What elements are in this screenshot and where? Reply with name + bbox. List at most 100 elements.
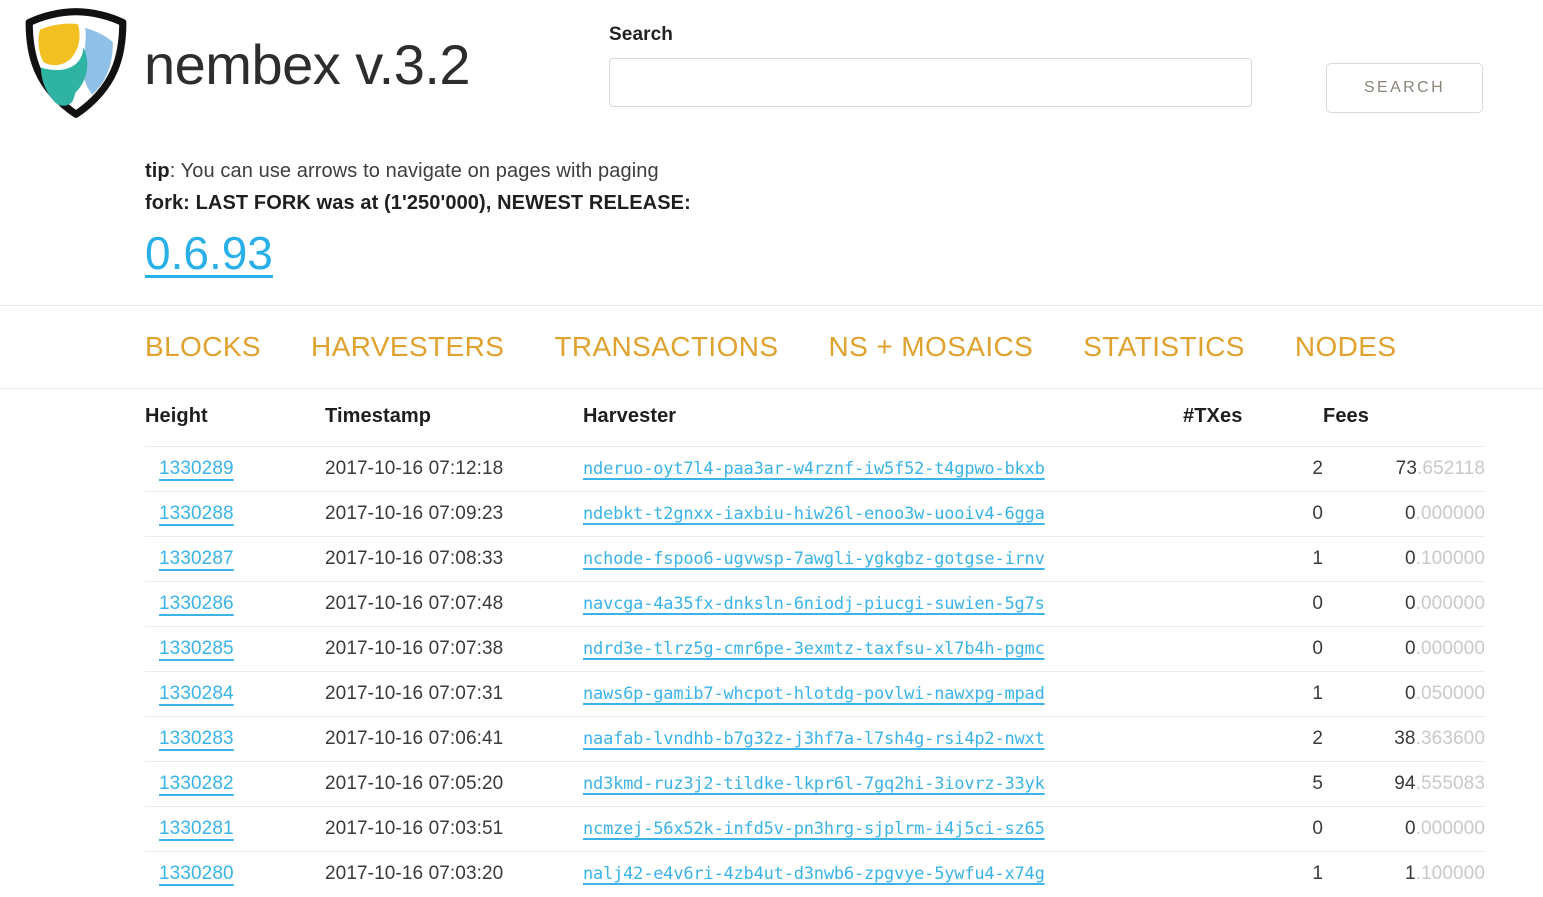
nav-item-ns-mosaics[interactable]: NS + MOSAICS bbox=[828, 331, 1033, 363]
block-timestamp-cell: 2017-10-16 07:03:20 bbox=[325, 851, 583, 897]
tx-count-cell: 0 bbox=[1183, 581, 1323, 627]
fee-decimal-part: .100000 bbox=[1415, 548, 1485, 570]
fee-integer-part: 1 bbox=[1404, 863, 1416, 885]
table-row: 1330287 2017-10-16 07:08:33 nchode-fspoo6-… bbox=[145, 536, 1485, 582]
harvester-address-link[interactable]: naws6p-gamib7-whcpot-hlotdg-povlwi-nawxp… bbox=[583, 684, 1045, 704]
harvester-address-link[interactable]: navcga-4a35fx-dnksln-6niodj-piucgi-suwie… bbox=[583, 594, 1045, 614]
block-height-link[interactable]: 1330283 bbox=[145, 728, 248, 749]
fee-decimal-part: .100000 bbox=[1415, 863, 1485, 885]
newest-release-link[interactable]: 0.6.93 bbox=[145, 229, 273, 278]
column-header-timestamp: Timestamp bbox=[325, 405, 432, 428]
block-height-link[interactable]: 1330289 bbox=[145, 458, 248, 479]
table-row: 1330284 2017-10-16 07:07:31 naws6p-gamib7-… bbox=[145, 671, 1485, 717]
fee-decimal-part: .652118 bbox=[1417, 458, 1485, 480]
block-timestamp-cell: 2017-10-16 07:06:41 bbox=[325, 716, 583, 762]
column-header-harvester: Harvester bbox=[583, 405, 677, 428]
block-height-link[interactable]: 1330280 bbox=[145, 863, 248, 884]
main-nav: BLOCKS HARVESTERS TRANSACTIONS NS + MOSA… bbox=[0, 305, 1543, 390]
harvester-address-link[interactable]: naafab-lvndhb-b7g32z-j3hf7a-l7sh4g-rsi4p… bbox=[583, 729, 1045, 749]
harvester-address-link[interactable]: nd3kmd-ruz3j2-tildke-lkpr6l-7gq2hi-3iovr… bbox=[583, 774, 1045, 794]
search-label: Search bbox=[609, 24, 673, 45]
block-timestamp-cell: 2017-10-16 07:12:18 bbox=[325, 446, 583, 492]
tx-count-cell: 2 bbox=[1183, 446, 1323, 492]
column-header-height: Height bbox=[145, 405, 208, 428]
block-height-link[interactable]: 1330282 bbox=[145, 773, 248, 794]
table-row: 1330280 2017-10-16 07:03:20 nalj42-e4v6ri-… bbox=[145, 851, 1485, 897]
nem-shield-logo-icon bbox=[25, 8, 127, 118]
harvester-address-link[interactable]: nalj42-e4v6ri-4zb4ut-d3nwb6-zpgvye-5ywfu… bbox=[583, 864, 1045, 884]
fee-cell: 73.652118 bbox=[1323, 446, 1485, 492]
fee-decimal-part: .000000 bbox=[1415, 818, 1485, 840]
block-height-link[interactable]: 1330281 bbox=[145, 818, 248, 839]
harvester-cell: nd3kmd-ruz3j2-tildke-lkpr6l-7gq2hi-3iovr… bbox=[583, 761, 1183, 807]
nav-item-blocks[interactable]: BLOCKS bbox=[145, 331, 261, 363]
fee-cell: 94.555083 bbox=[1323, 761, 1485, 807]
table-row: 1330289 2017-10-16 07:12:18 nderuo-oyt7l4-… bbox=[145, 446, 1485, 492]
harvester-cell: ndebkt-t2gnxx-iaxbiu-hiw26l-enoo3w-uooiv… bbox=[583, 491, 1183, 537]
harvester-address-link[interactable]: nchode-fspoo6-ugvwsp-7awgli-ygkgbz-gotgs… bbox=[583, 549, 1045, 569]
fee-integer-part: 0 bbox=[1404, 503, 1416, 525]
nav-item-nodes[interactable]: NODES bbox=[1295, 331, 1397, 363]
block-height-cell: 1330289 bbox=[145, 446, 325, 492]
fee-cell: 0.050000 bbox=[1323, 671, 1485, 717]
fee-integer-part: 94 bbox=[1394, 773, 1416, 795]
table-body: 1330289 2017-10-16 07:12:18 nderuo-oyt7l4-… bbox=[145, 446, 1485, 897]
nav-item-statistics[interactable]: STATISTICS bbox=[1083, 331, 1245, 363]
harvester-address-link[interactable]: ndrd3e-tlrz5g-cmr6pe-3exmtz-taxfsu-xl7b4… bbox=[583, 639, 1045, 659]
fee-integer-part: 0 bbox=[1404, 818, 1416, 840]
fee-integer-part: 0 bbox=[1404, 638, 1416, 660]
block-timestamp-cell: 2017-10-16 07:05:20 bbox=[325, 761, 583, 807]
fork-line: fork: LAST FORK was at (1'250'000), NEWE… bbox=[145, 192, 691, 214]
block-height-link[interactable]: 1330284 bbox=[145, 683, 248, 704]
tx-count-cell: 0 bbox=[1183, 806, 1323, 852]
blocks-table-container: Height Timestamp Harvester #TXes Fees 13… bbox=[0, 389, 1543, 897]
block-height-link[interactable]: 1330288 bbox=[145, 503, 248, 524]
nav-item-transactions[interactable]: TRANSACTIONS bbox=[554, 331, 778, 363]
block-timestamp-cell: 2017-10-16 07:03:51 bbox=[325, 806, 583, 852]
harvester-cell: nchode-fspoo6-ugvwsp-7awgli-ygkgbz-gotgs… bbox=[583, 536, 1183, 582]
fee-cell: 1.100000 bbox=[1323, 851, 1485, 897]
block-timestamp-cell: 2017-10-16 07:07:48 bbox=[325, 581, 583, 627]
table-header-row: Height Timestamp Harvester #TXes Fees bbox=[145, 405, 1485, 447]
harvester-cell: nalj42-e4v6ri-4zb4ut-d3nwb6-zpgvye-5ywfu… bbox=[583, 851, 1183, 897]
block-height-cell: 1330285 bbox=[145, 626, 325, 672]
fee-integer-part: 0 bbox=[1404, 683, 1416, 705]
fee-integer-part: 73 bbox=[1395, 458, 1418, 480]
table-row: 1330283 2017-10-16 07:06:41 naafab-lvndhb-… bbox=[145, 716, 1485, 762]
harvester-address-link[interactable]: ndebkt-t2gnxx-iaxbiu-hiw26l-enoo3w-uooiv… bbox=[583, 504, 1045, 524]
table-row: 1330282 2017-10-16 07:05:20 nd3kmd-ruz3j2-… bbox=[145, 761, 1485, 807]
fee-decimal-part: .050000 bbox=[1415, 683, 1485, 705]
fee-cell: 38.363600 bbox=[1323, 716, 1485, 762]
nav-item-harvesters[interactable]: HARVESTERS bbox=[311, 331, 504, 363]
block-height-cell: 1330284 bbox=[145, 671, 325, 717]
harvester-address-link[interactable]: nderuo-oyt7l4-paa3ar-w4rznf-iw5f52-t4gpw… bbox=[583, 459, 1045, 479]
harvester-address-link[interactable]: ncmzej-56x52k-infd5v-pn3hrg-sjplrm-i4j5c… bbox=[583, 819, 1045, 839]
block-height-link[interactable]: 1330285 bbox=[145, 638, 248, 659]
fee-decimal-part: .000000 bbox=[1415, 593, 1485, 615]
fee-integer-part: 0 bbox=[1404, 593, 1416, 615]
notices: tip: You can use arrows to navigate on p… bbox=[0, 135, 1543, 277]
fee-decimal-part: .363600 bbox=[1415, 728, 1485, 750]
block-height-link[interactable]: 1330287 bbox=[145, 548, 248, 569]
blocks-table: Height Timestamp Harvester #TXes Fees 13… bbox=[145, 405, 1485, 897]
block-height-cell: 1330288 bbox=[145, 491, 325, 537]
fee-cell: 0.000000 bbox=[1323, 581, 1485, 627]
block-height-link[interactable]: 1330286 bbox=[145, 593, 248, 614]
tx-count-cell: 5 bbox=[1183, 761, 1323, 807]
fee-integer-part: 38 bbox=[1394, 728, 1416, 750]
table-row: 1330285 2017-10-16 07:07:38 ndrd3e-tlrz5g-… bbox=[145, 626, 1485, 672]
table-head: Height Timestamp Harvester #TXes Fees bbox=[145, 405, 1485, 447]
tip-line: tip: You can use arrows to navigate on p… bbox=[145, 155, 1543, 187]
fee-cell: 0.000000 bbox=[1323, 491, 1485, 537]
tip-text: : You can use arrows to navigate on page… bbox=[169, 160, 659, 182]
block-height-cell: 1330282 bbox=[145, 761, 325, 807]
harvester-cell: naafab-lvndhb-b7g32z-j3hf7a-l7sh4g-rsi4p… bbox=[583, 716, 1183, 762]
brand: nembex v.3.2 bbox=[22, 8, 471, 118]
fee-cell: 0.000000 bbox=[1323, 626, 1485, 672]
harvester-cell: nderuo-oyt7l4-paa3ar-w4rznf-iw5f52-t4gpw… bbox=[583, 446, 1183, 492]
harvester-cell: navcga-4a35fx-dnksln-6niodj-piucgi-suwie… bbox=[583, 581, 1183, 627]
search-input[interactable] bbox=[609, 58, 1252, 107]
search-button[interactable]: SEARCH bbox=[1326, 63, 1483, 113]
column-header-fees: Fees bbox=[1323, 405, 1369, 428]
block-height-cell: 1330286 bbox=[145, 581, 325, 627]
